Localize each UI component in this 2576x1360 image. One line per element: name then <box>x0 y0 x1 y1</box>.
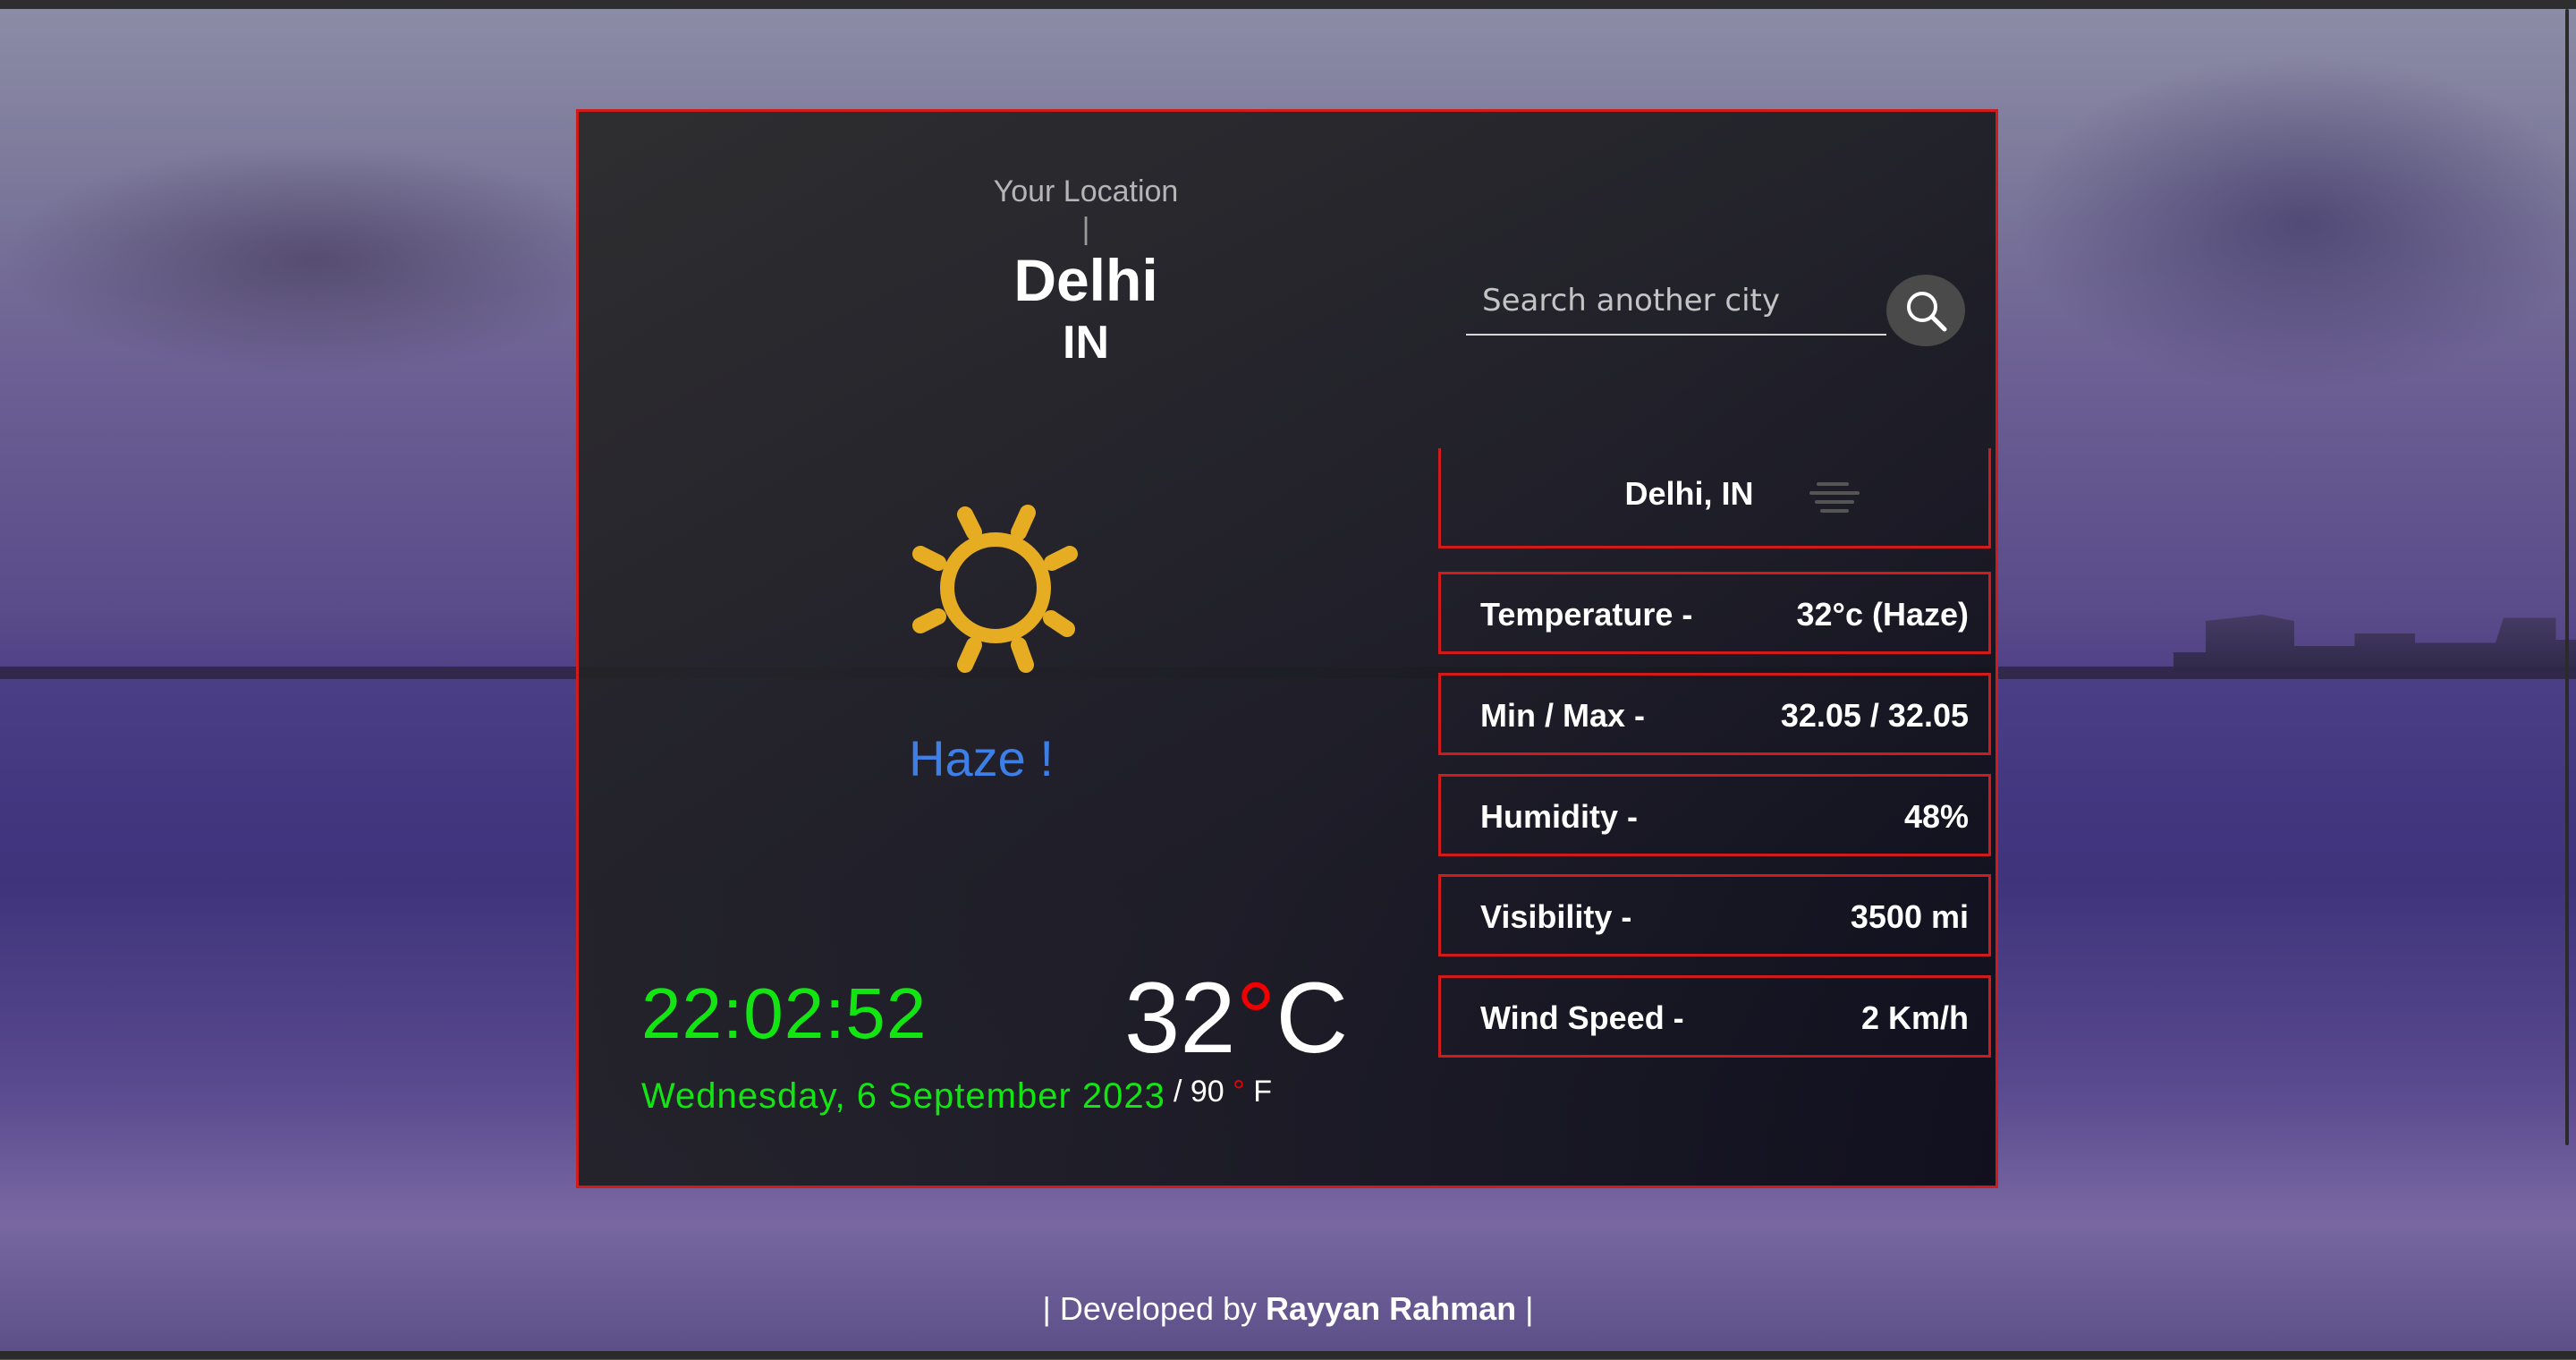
details-header: Delhi, IN <box>1438 448 1991 548</box>
detail-row-temperature: Temperature - 32°c (Haze) <box>1438 572 1991 654</box>
clock-time: 22:02:52 <box>641 973 928 1053</box>
scrollbar[interactable] <box>2565 9 2569 1145</box>
detail-label: Visibility - <box>1480 898 1632 935</box>
detail-row-min-max: Min / Max - 32.05 / 32.05 <box>1438 673 1991 755</box>
fahrenheit-unit: F <box>1253 1075 1273 1109</box>
search-input[interactable] <box>1480 276 1877 325</box>
location-label: Your Location <box>993 174 1179 208</box>
haze-icon <box>1809 482 1860 513</box>
search-button[interactable] <box>1886 275 1965 346</box>
detail-value: 2 Km/h <box>1860 999 1969 1036</box>
city-name: Delhi <box>1013 247 1158 313</box>
location-separator: | <box>1081 212 1090 246</box>
temperature-celsius-value: 32 <box>1124 962 1236 1074</box>
celsius-unit: C <box>1275 962 1349 1074</box>
degree-symbol: ° <box>1235 962 1276 1074</box>
clock-date: Wednesday, 6 September 2023 <box>641 1076 1165 1116</box>
search-icon <box>1907 292 1947 332</box>
detail-row-humidity: Humidity - 48% <box>1438 774 1991 856</box>
temperature-fahrenheit: / 90 ° F <box>1174 1075 1272 1109</box>
detail-row-visibility: Visibility - 3500 mi <box>1438 874 1991 956</box>
detail-row-wind-speed: Wind Speed - 2 Km/h <box>1438 975 1991 1058</box>
detail-label: Temperature - <box>1480 596 1693 633</box>
browser-bottom-edge <box>0 1351 2576 1359</box>
detail-label: Wind Speed - <box>1480 999 1684 1036</box>
footer-author: Rayyan Rahman <box>1266 1290 1517 1327</box>
footer-suffix: | <box>1516 1290 1534 1327</box>
temperature-celsius: 32°C <box>1124 960 1348 1075</box>
detail-label: Min / Max - <box>1480 697 1646 734</box>
footer-prefix: | Developed by <box>1042 1290 1267 1327</box>
detail-value: 48% <box>1903 798 1969 835</box>
footer-credit: | Developed by Rayyan Rahman | <box>0 1290 2576 1328</box>
degree-symbol: ° <box>1233 1075 1245 1109</box>
browser-top-edge <box>0 0 2576 9</box>
detail-value: 32.05 / 32.05 <box>1780 697 1969 734</box>
search-field <box>1466 264 1886 336</box>
detail-value: 32°c (Haze) <box>1796 596 1969 633</box>
temperature-fahrenheit-value: / 90 <box>1174 1075 1224 1109</box>
country-code: IN <box>1063 317 1109 369</box>
weather-condition: Haze ! <box>909 730 1054 786</box>
weather-card: Your Location | Delhi IN Haze ! 22:02:52… <box>576 109 1998 1188</box>
detail-value: 3500 mi <box>1850 898 1969 935</box>
detail-label: Humidity - <box>1480 798 1638 835</box>
sun-icon <box>888 480 1112 704</box>
